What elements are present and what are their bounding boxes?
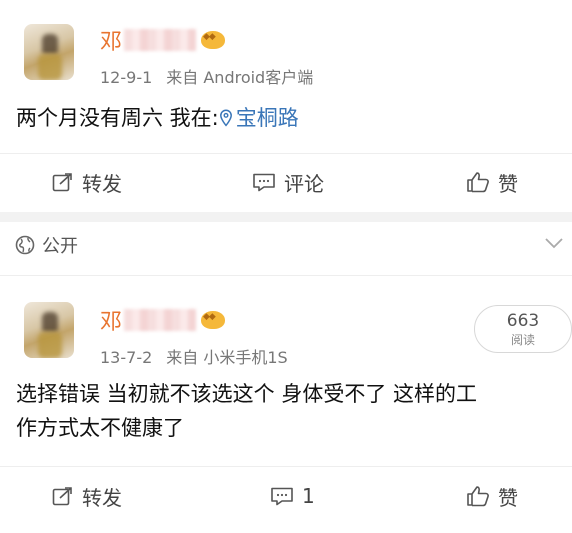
post-date: 13-7-2: [100, 348, 153, 367]
section-separator: [0, 212, 572, 222]
vip-badge-icon: [200, 29, 226, 51]
vip-badge-icon: [200, 309, 226, 331]
repost-label: 转发: [82, 171, 122, 196]
comment-button[interactable]: 1: [270, 484, 315, 508]
divider: [0, 466, 572, 467]
chevron-down-icon[interactable]: [544, 236, 564, 250]
post-text: 选择错误 当初就不该选这个 身体受不了 这样的工 作方式太不健康了: [16, 377, 477, 445]
post-meta: 12-9-1 来自 Android客户端: [100, 64, 313, 88]
comment-label: 评论: [284, 171, 324, 196]
share-icon: [52, 173, 72, 192]
author-name-text[interactable]: 邓: [100, 24, 122, 56]
avatar[interactable]: [24, 24, 74, 80]
post-text-line-1: 选择错误 当初就不该选这个 身体受不了 这样的工: [16, 382, 478, 406]
comment-icon: [253, 173, 275, 192]
name-blur-mask: [124, 309, 197, 331]
comment-button[interactable]: 评论: [252, 168, 324, 197]
author-name[interactable]: 邓: [100, 304, 226, 336]
post-text: 两个月没有周六 我在: 宝桐路: [16, 101, 299, 135]
comment-count: 1: [302, 484, 315, 508]
post-source: 来自 小米手机1S: [166, 348, 288, 367]
repost-label: 转发: [82, 485, 122, 510]
read-count-label: 阅读: [510, 333, 535, 347]
author-name-text[interactable]: 邓: [100, 304, 122, 336]
post-meta: 13-7-2 来自 小米手机1S: [100, 344, 288, 368]
location-link[interactable]: 宝桐路: [219, 106, 299, 130]
like-icon: [467, 486, 489, 507]
like-label: 赞: [498, 171, 518, 196]
comment-icon: [271, 487, 293, 506]
avatar[interactable]: [24, 302, 74, 358]
post-text-body: 两个月没有周六 我在:: [16, 106, 219, 130]
post-date: 12-9-1: [100, 68, 153, 87]
post-text-line-2: 作方式太不健康了: [16, 416, 184, 440]
share-icon: [52, 487, 72, 506]
globe-icon: [15, 235, 35, 255]
like-label: 赞: [498, 485, 518, 510]
repost-button[interactable]: 转发: [52, 168, 122, 197]
read-count-badge[interactable]: 663 阅读: [474, 305, 572, 353]
location-name[interactable]: 宝桐路: [236, 106, 299, 130]
repost-button[interactable]: 转发: [52, 482, 122, 511]
action-bar: 转发 评论 赞: [0, 160, 572, 204]
action-bar: 转发 1 赞: [0, 474, 572, 518]
author-name[interactable]: 邓: [100, 24, 226, 56]
privacy-setting[interactable]: 公开: [14, 232, 78, 258]
post-card-1: 邓 12-9-1 来自 Android客户端 两个月没有周六 我在: 宝桐路 转发 …: [0, 0, 572, 212]
divider: [0, 153, 572, 154]
privacy-label: 公开: [42, 236, 78, 257]
like-button[interactable]: 赞: [466, 482, 518, 511]
location-pin-icon: [219, 109, 232, 127]
post-source: 来自 Android客户端: [166, 68, 314, 87]
like-button[interactable]: 赞: [466, 168, 518, 197]
name-blur-mask: [124, 29, 197, 51]
read-count-number: 663: [506, 311, 540, 331]
like-icon: [467, 172, 489, 193]
